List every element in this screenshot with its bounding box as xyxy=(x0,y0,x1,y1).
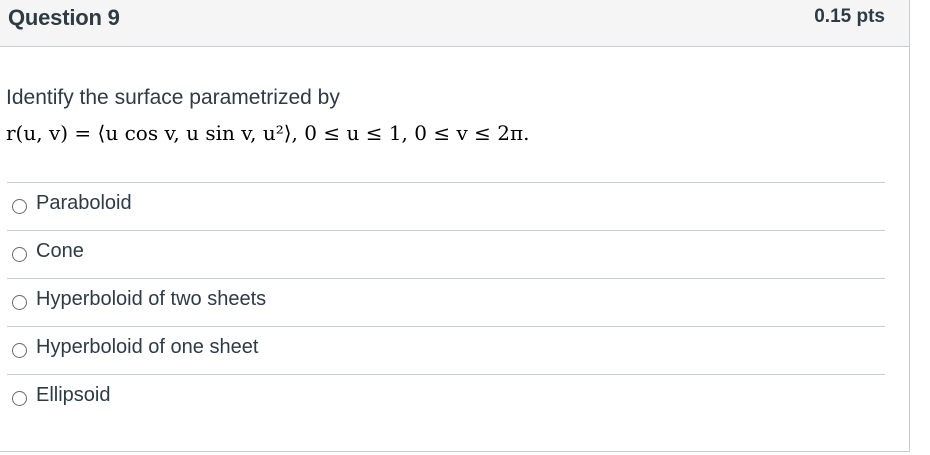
answer-option[interactable]: Hyperboloid of one sheet xyxy=(7,327,885,375)
radio-button[interactable] xyxy=(12,247,27,262)
question-header: Question 9 0.15 pts xyxy=(0,0,909,47)
answer-list: Paraboloid Cone Hyperboloid of two sheet… xyxy=(7,182,885,423)
answer-label[interactable]: Paraboloid xyxy=(36,192,132,215)
radio-button[interactable] xyxy=(12,343,27,358)
answer-option[interactable]: Hyperboloid of two sheets xyxy=(7,279,885,327)
radio-button[interactable] xyxy=(12,295,27,310)
answer-option[interactable]: Ellipsoid xyxy=(7,375,885,423)
answer-label[interactable]: Hyperboloid of one sheet xyxy=(36,336,258,359)
answer-label[interactable]: Ellipsoid xyxy=(36,384,110,407)
question-formula: r(u, v) = ⟨u cos v, u sin v, u²⟩, 0 ≤ u … xyxy=(6,121,530,145)
question-points: 0.15 pts xyxy=(814,6,885,27)
answer-option[interactable]: Cone xyxy=(7,231,885,279)
answer-label[interactable]: Cone xyxy=(36,240,84,263)
radio-button[interactable] xyxy=(12,391,27,406)
answer-label[interactable]: Hyperboloid of two sheets xyxy=(36,288,266,311)
question-card: Question 9 0.15 pts Identify the surface… xyxy=(0,0,910,452)
question-title: Question 9 xyxy=(8,5,120,30)
radio-button[interactable] xyxy=(12,199,27,214)
question-prompt: Identify the surface parametrized by xyxy=(6,86,340,109)
answer-option[interactable]: Paraboloid xyxy=(7,183,885,231)
